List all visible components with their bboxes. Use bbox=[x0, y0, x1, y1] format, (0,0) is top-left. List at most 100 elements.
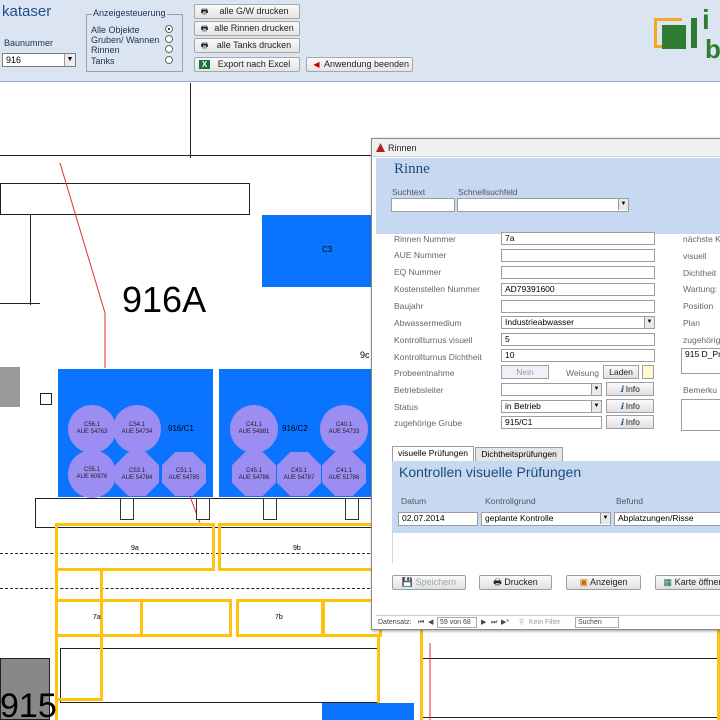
object-marker[interactable]: C53.1 AUE 54784 bbox=[115, 452, 159, 496]
tank-lower[interactable] bbox=[322, 703, 414, 720]
drucken-button[interactable]: 🖶 Drucken bbox=[479, 575, 552, 590]
anzeigesteuerung-group: Anzeigesteuerung Alle Objekte Gruben/ Wa… bbox=[86, 8, 183, 72]
turnus-dichtheit-field[interactable]: 10 bbox=[501, 349, 655, 362]
weisung-laden-button[interactable]: Laden bbox=[603, 365, 639, 379]
rinne-right[interactable] bbox=[420, 623, 720, 720]
grube-field[interactable]: 915/C1 bbox=[501, 416, 602, 429]
tab-dichtheitspruefungen[interactable]: Dichtheitsprüfungen bbox=[475, 447, 563, 462]
option-tanks: Tanks bbox=[91, 56, 115, 66]
object-marker[interactable]: C41.1 AUE 51786 bbox=[322, 452, 366, 496]
object-id: C43.1 bbox=[290, 468, 307, 474]
nav-search-input[interactable]: Suchen bbox=[575, 617, 619, 628]
dialog-window-title: Rinnen bbox=[388, 143, 417, 153]
rinne-7a-part[interactable] bbox=[140, 599, 232, 637]
chevron-down-icon[interactable]: ▼ bbox=[591, 384, 601, 395]
probeentnahme-toggle[interactable]: Nein bbox=[501, 365, 549, 379]
tab-visuelle-pruefungen[interactable]: visuelle Prüfungen bbox=[392, 446, 474, 461]
radio-rinnen[interactable] bbox=[165, 45, 173, 53]
betriebsleiter-info-button[interactable]: ℹ Info bbox=[606, 382, 654, 396]
baujahr-field[interactable] bbox=[501, 300, 655, 313]
object-marker[interactable]: C54.1 AUE 54734 bbox=[113, 405, 161, 453]
row-befund[interactable]: Abplatzungen/Risse bbox=[614, 512, 720, 526]
baunummer-label: Baunummer bbox=[4, 38, 54, 48]
prev-record-icon[interactable]: ◀ bbox=[428, 616, 433, 629]
dialog-heading: Rinne bbox=[394, 161, 430, 177]
row-datum[interactable]: 02.07.2014 bbox=[398, 512, 478, 526]
suchtext-input[interactable] bbox=[391, 198, 455, 212]
print-gw-button[interactable]: 🖶 alle G/W drucken bbox=[194, 4, 300, 19]
dialog-header: Rinne Suchtext Schnellsuchfeld ▼ bbox=[376, 158, 720, 234]
next-record-icon[interactable]: ▶ bbox=[481, 616, 486, 629]
company-logo: i b bbox=[652, 4, 720, 68]
object-id: C54.1 bbox=[128, 422, 145, 428]
chevron-down-icon[interactable]: ▼ bbox=[644, 317, 654, 328]
chevron-down-icon[interactable]: ▼ bbox=[600, 513, 610, 524]
radio-gruben-wannen[interactable] bbox=[165, 35, 173, 43]
object-aue: AUE 54733 bbox=[328, 429, 360, 435]
turnus-visuell-field[interactable]: 5 bbox=[501, 333, 655, 346]
abwassermedium-select[interactable]: Industrieabwasser ▼ bbox=[501, 316, 655, 329]
status-label: Status bbox=[394, 402, 419, 412]
abwassermedium-value: Industrieabwasser bbox=[505, 317, 574, 327]
speichern-button[interactable]: 💾 Speichern bbox=[392, 575, 466, 590]
filter-status[interactable]: Kein Filter bbox=[529, 616, 561, 629]
radio-tanks[interactable] bbox=[165, 56, 173, 64]
anzeigesteuerung-legend: Anzeigesteuerung bbox=[92, 8, 167, 18]
first-record-icon[interactable]: ⏮ bbox=[418, 616, 424, 629]
last-record-icon[interactable]: ⏭ bbox=[491, 616, 497, 629]
bemerkung-label: Bemerku bbox=[683, 385, 718, 395]
object-aue: AUE 60876 bbox=[76, 474, 108, 480]
object-marker[interactable]: C51.1 AUE 54785 bbox=[162, 452, 206, 496]
betriebsleiter-select[interactable]: ▼ bbox=[501, 383, 602, 396]
object-marker[interactable]: C40.1 AUE 54733 bbox=[320, 405, 368, 453]
right-label-visuell: visuell bbox=[683, 251, 707, 261]
baunummer-value: 916 bbox=[6, 55, 22, 65]
bemerkung-field[interactable] bbox=[681, 399, 720, 431]
app-title: kataser bbox=[2, 3, 52, 20]
object-marker[interactable]: C55.1 AUE 60876 bbox=[68, 450, 116, 498]
dialog-titlebar[interactable]: Rinnen bbox=[372, 139, 720, 157]
print-rinnen-button[interactable]: 🖶 alle Rinnen drucken bbox=[194, 21, 300, 36]
print-rinnen-label: alle Rinnen drucken bbox=[214, 23, 294, 33]
right-label-naechste: nächste K bbox=[683, 234, 720, 244]
object-id: C55.1 bbox=[83, 467, 100, 473]
grube-info-button[interactable]: ℹ Info bbox=[606, 415, 654, 429]
plan-value-field[interactable]: 915 D_Pr bbox=[681, 348, 720, 374]
exit-button[interactable]: ◀ Anwendung beenden bbox=[306, 57, 413, 72]
chevron-down-icon[interactable]: ▼ bbox=[64, 54, 75, 66]
new-record-icon[interactable]: ▶* bbox=[501, 616, 509, 629]
object-id: C41.1 bbox=[245, 422, 262, 428]
object-marker[interactable]: C45.1 AUE 54786 bbox=[232, 452, 276, 496]
export-excel-button[interactable]: X Export nach Excel bbox=[194, 57, 300, 72]
karte-oeffnen-button[interactable]: ▦ Karte öffnen bbox=[655, 575, 720, 590]
baunummer-select[interactable]: 916 ▼ bbox=[2, 53, 76, 67]
room-c3[interactable] bbox=[262, 215, 372, 287]
kostenstellen-field[interactable]: AD79391600 bbox=[501, 283, 655, 296]
rinnen-nummer-label: Rinnen Nummer bbox=[394, 234, 456, 244]
anzeigen-button[interactable]: ▣ Anzeigen bbox=[566, 575, 641, 590]
object-id: C56.1 bbox=[83, 422, 100, 428]
option-rinnen: Rinnen bbox=[91, 45, 120, 55]
status-select[interactable]: in Betrieb ▼ bbox=[501, 400, 602, 413]
chevron-down-icon[interactable]: ▼ bbox=[618, 199, 628, 210]
object-marker[interactable]: C41.1 AUE 54981 bbox=[230, 405, 278, 453]
object-marker[interactable]: C56.1 AUE 54763 bbox=[68, 405, 116, 453]
rinne-9b-label: 9b bbox=[293, 545, 301, 552]
object-marker[interactable]: C43.1 AUE 54787 bbox=[277, 452, 321, 496]
print-tanks-button[interactable]: 🖶 alle Tanks drucken bbox=[194, 38, 300, 53]
chevron-down-icon[interactable]: ▼ bbox=[591, 401, 601, 412]
turnus-visuell-label: Kontrollturnus visuell bbox=[394, 335, 473, 345]
eq-nummer-field[interactable] bbox=[501, 266, 655, 279]
aue-nummer-field[interactable] bbox=[501, 249, 655, 262]
attachment-icon[interactable] bbox=[642, 365, 654, 379]
record-position-field[interactable]: 59 von 68 bbox=[437, 617, 477, 628]
status-info-button[interactable]: ℹ Info bbox=[606, 399, 654, 413]
schnellsuch-select[interactable]: ▼ bbox=[457, 198, 629, 212]
object-aue: AUE 54786 bbox=[238, 475, 270, 481]
save-icon: 💾 bbox=[401, 577, 416, 587]
radio-alle-objekte[interactable] bbox=[165, 25, 173, 33]
logo-green-block bbox=[662, 25, 686, 49]
rinne-9a-label: 9a bbox=[131, 545, 139, 552]
row-kontrollgrund-select[interactable]: geplante Kontrolle ▼ bbox=[481, 512, 611, 526]
rinnen-nummer-field[interactable]: 7a bbox=[501, 232, 655, 245]
